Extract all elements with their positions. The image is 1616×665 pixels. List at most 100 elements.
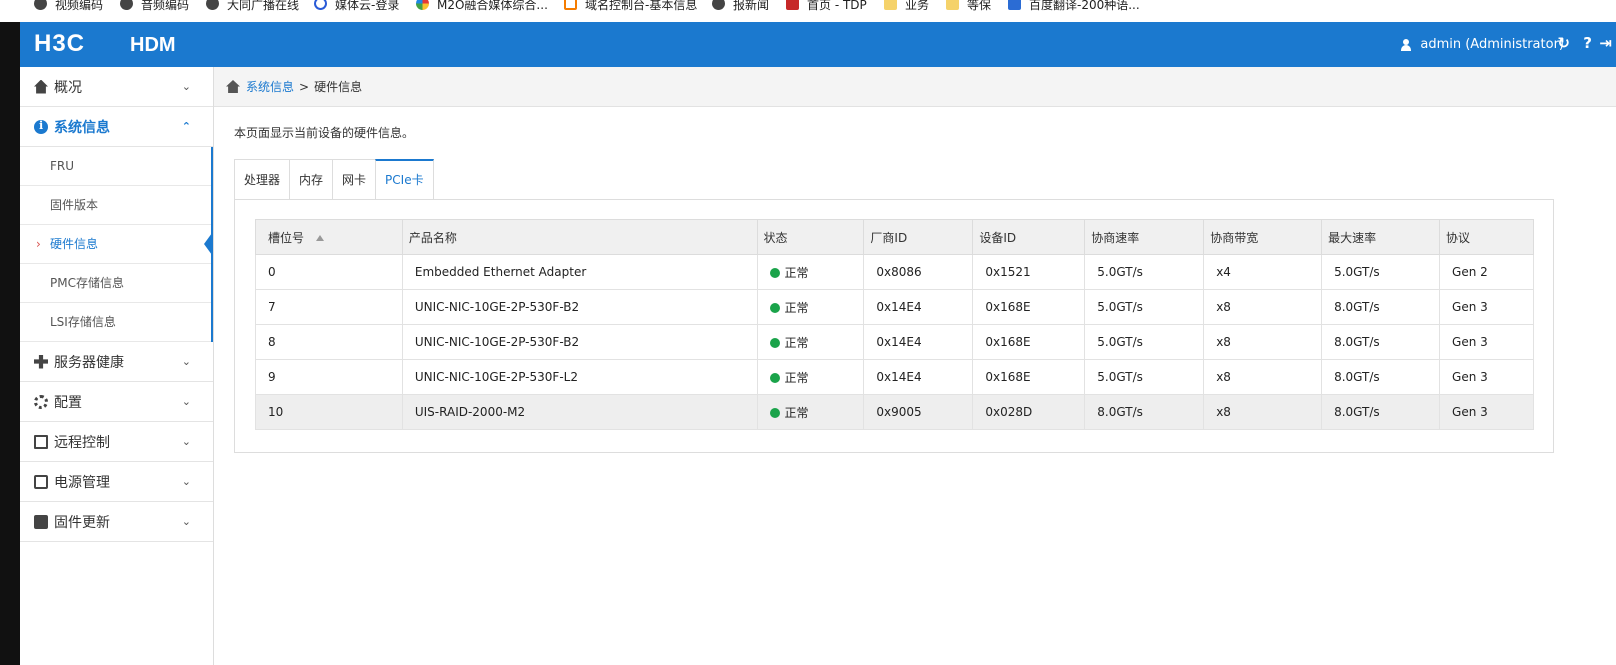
bookmark-item[interactable]: 域名控制台-基本信息 (564, 0, 697, 12)
cell-negotiated-rate: 8.0GT/s (1084, 394, 1205, 430)
breadcrumb: 系统信息 > 硬件信息 (214, 67, 1616, 107)
bookmark-item[interactable]: 百度翻译-200种语... (1008, 0, 1140, 12)
sidebar-subitem-fru[interactable]: FRU (20, 147, 211, 186)
help-icon[interactable]: ? (1583, 34, 1592, 52)
sidebar-subitem-lsi-storage[interactable]: LSI存储信息 (20, 303, 211, 342)
home-icon[interactable] (226, 80, 240, 93)
cell-vendor-id: 0x14E4 (863, 359, 974, 395)
info-icon (34, 119, 48, 134)
cell-max-rate: 8.0GT/s (1321, 289, 1441, 325)
tab-network-card[interactable]: 网卡 (332, 159, 376, 200)
d-icon (786, 0, 799, 10)
column-header-protocol: 协议 (1439, 219, 1534, 255)
globe-icon (712, 0, 725, 10)
column-header-negotiated-width: 协商带宽 (1203, 219, 1323, 255)
cell-device-id: 0x168E (972, 324, 1086, 360)
current-marker-icon: › (36, 237, 41, 251)
cell-device-id: 0x028D (972, 394, 1086, 430)
cell-protocol: Gen 3 (1439, 324, 1534, 360)
column-header-status: 状态 (756, 219, 865, 255)
app-header: H3C HDM admin (Administrator) ↻ ? ⇥ (20, 22, 1616, 67)
logout-icon[interactable]: ⇥ (1599, 34, 1612, 52)
tab-pcie-card[interactable]: PCIe卡 (375, 159, 434, 200)
sidebar-item-config[interactable]: 配置 ⌄ (20, 382, 213, 422)
column-header-device-id: 设备ID (972, 219, 1086, 255)
chevron-down-icon: ⌄ (181, 355, 191, 368)
status-ok-icon (769, 372, 780, 383)
cell-slot: 0 (255, 254, 403, 290)
cell-product-name: UNIC-NIC-10GE-2P-530F-L2 (401, 359, 758, 395)
cell-negotiated-rate: 5.0GT/s (1084, 324, 1205, 360)
sidebar-item-power[interactable]: 电源管理 ⌄ (20, 462, 213, 502)
table-row[interactable]: 9 UNIC-NIC-10GE-2P-530F-L2 正常 0x14E4 0x1… (255, 359, 1534, 395)
bookmark-item[interactable]: 报新闻 (712, 0, 769, 12)
bracket-icon (564, 0, 577, 10)
sidebar-subitem-hardware-info[interactable]: › 硬件信息 (20, 225, 212, 264)
cell-negotiated-width: x8 (1203, 394, 1323, 430)
bookmarks-bar: 视频编码 音频编码 大同广播在线 媒体云-登录 M2O融合媒体综合... 域名控… (0, 0, 1616, 22)
cell-device-id: 0x168E (972, 289, 1086, 325)
bookmark-item[interactable]: 视频编码 (34, 0, 103, 12)
column-header-product-name: 产品名称 (401, 219, 758, 255)
cell-max-rate: 8.0GT/s (1321, 324, 1441, 360)
table-row[interactable]: 0 Embedded Ethernet Adapter 正常 0x8086 0x… (255, 254, 1534, 290)
cell-max-rate: 8.0GT/s (1321, 394, 1441, 430)
cell-slot: 9 (255, 359, 403, 395)
sidebar-item-server-health[interactable]: 服务器健康 ⌄ (20, 342, 213, 382)
column-header-negotiated-rate: 协商速率 (1084, 219, 1205, 255)
cell-slot: 7 (255, 289, 403, 325)
user-menu[interactable]: admin (Administrator) (1400, 37, 1564, 52)
sidebar-subitem-pmc-storage[interactable]: PMC存储信息 (20, 264, 211, 303)
remote-icon (34, 434, 48, 449)
table-row[interactable]: 7 UNIC-NIC-10GE-2P-530F-B2 正常 0x14E4 0x1… (255, 289, 1534, 325)
cell-protocol: Gen 3 (1439, 394, 1534, 430)
cell-negotiated-rate: 5.0GT/s (1084, 359, 1205, 395)
cell-negotiated-width: x8 (1203, 324, 1323, 360)
bookmark-item[interactable]: 音频编码 (120, 0, 189, 12)
bookmark-item[interactable]: 大同广播在线 (206, 0, 299, 12)
chevron-down-icon: ⌄ (181, 475, 191, 488)
sidebar-item-system-info[interactable]: 系统信息 ⌃ (20, 107, 213, 147)
sidebar-subitem-firmware-version[interactable]: 固件版本 (20, 186, 211, 225)
chevron-down-icon: ⌄ (181, 515, 191, 528)
tab-memory[interactable]: 内存 (289, 159, 333, 200)
refresh-icon[interactable]: ↻ (1557, 34, 1570, 52)
globe-icon (120, 0, 133, 10)
sidebar-item-overview[interactable]: 概况 ⌄ (20, 67, 213, 107)
cell-protocol: Gen 3 (1439, 359, 1534, 395)
pcie-table: 槽位号 产品名称 状态 厂商ID 设备ID 协商速率 协商带宽 最大速率 协议 … (255, 219, 1534, 430)
system-info-submenu: FRU 固件版本 › 硬件信息 PMC存储信息 LSI存储信息 (20, 147, 213, 342)
sidebar-item-remote-control[interactable]: 远程控制 ⌄ (20, 422, 213, 462)
bookmark-item[interactable]: M2O融合媒体综合... (416, 0, 548, 12)
column-header-slot[interactable]: 槽位号 (255, 219, 403, 255)
breadcrumb-separator: > (299, 79, 310, 94)
sidebar: 概况 ⌄ 系统信息 ⌃ FRU 固件版本 › 硬件信息 PMC存储信息 LSI存… (20, 67, 214, 665)
m2o-icon (416, 0, 429, 10)
status-ok-icon (769, 267, 780, 278)
table-row[interactable]: 8 UNIC-NIC-10GE-2P-530F-B2 正常 0x14E4 0x1… (255, 324, 1534, 360)
chevron-down-icon: ⌄ (181, 80, 191, 93)
bookmark-item[interactable]: 首页 - TDP (786, 0, 867, 12)
tab-processor[interactable]: 处理器 (234, 159, 290, 200)
sidebar-item-firmware-update[interactable]: 固件更新 ⌄ (20, 502, 213, 542)
breadcrumb-parent-link[interactable]: 系统信息 (246, 78, 294, 95)
chevron-down-icon: ⌄ (181, 435, 191, 448)
table-row[interactable]: 10 UIS-RAID-2000-M2 正常 0x9005 0x028D 8.0… (255, 394, 1534, 430)
home-icon (34, 79, 48, 94)
globe-icon (34, 0, 47, 10)
cell-status: 正常 (756, 254, 865, 290)
brand-logo: H3C (34, 30, 86, 57)
chevron-up-icon: ⌃ (181, 120, 191, 133)
bookmark-item[interactable]: 业务 (884, 0, 929, 12)
user-icon (1400, 38, 1412, 51)
cell-vendor-id: 0x8086 (863, 254, 974, 290)
status-ok-icon (769, 337, 780, 348)
table-header-row: 槽位号 产品名称 状态 厂商ID 设备ID 协商速率 协商带宽 最大速率 协议 (255, 219, 1534, 255)
bookmark-item[interactable]: 等保 (946, 0, 991, 12)
cell-max-rate: 5.0GT/s (1321, 254, 1441, 290)
sort-asc-icon[interactable] (316, 235, 325, 241)
cell-negotiated-width: x8 (1203, 289, 1323, 325)
bookmark-item[interactable]: 媒体云-登录 (314, 0, 399, 12)
pcie-panel: 槽位号 产品名称 状态 厂商ID 设备ID 协商速率 协商带宽 最大速率 协议 … (234, 199, 1554, 453)
folder-icon (884, 0, 897, 10)
